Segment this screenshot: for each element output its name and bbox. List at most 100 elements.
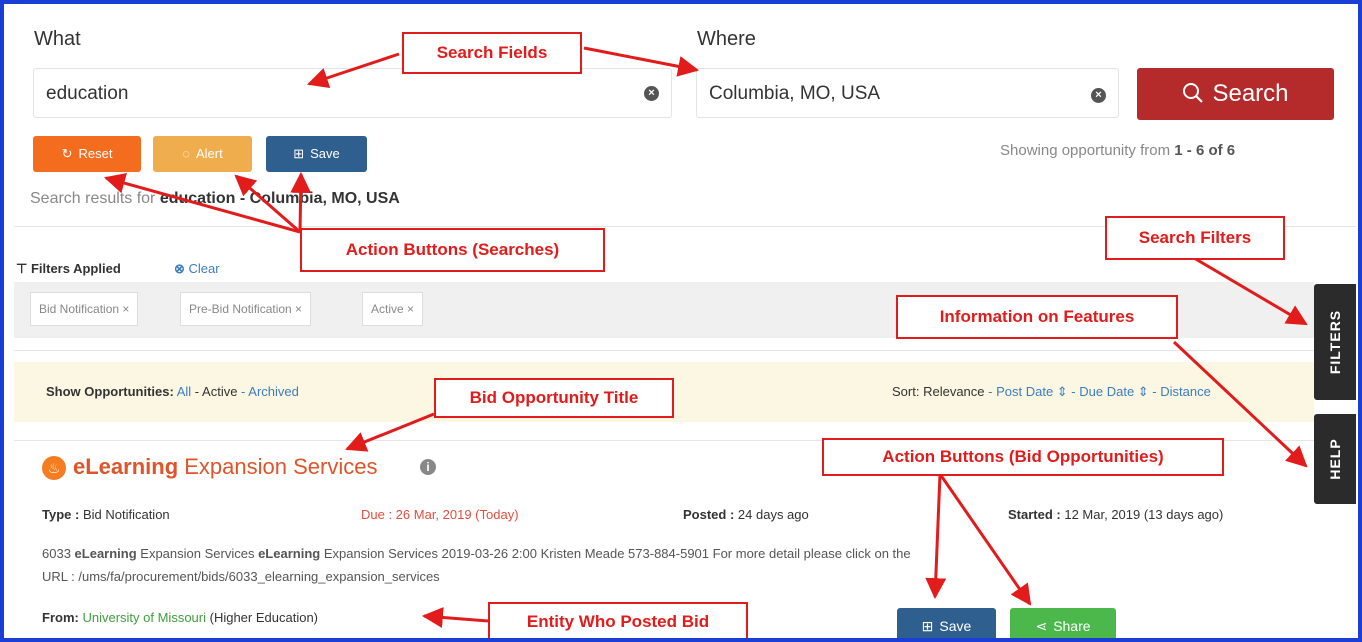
show-all-link[interactable]: All — [177, 384, 191, 399]
flame-icon: ♨ — [42, 456, 66, 480]
where-input[interactable]: Columbia, MO, USA × — [696, 68, 1119, 118]
clear-filters-link[interactable]: ⊗ Clear — [174, 261, 220, 277]
bid-started-label: Started : — [1008, 507, 1061, 522]
filters-side-tab-label: FILTERS — [1327, 309, 1343, 375]
bell-icon: ◌ — [182, 146, 190, 161]
bid-from: From: University of Missouri (Higher Edu… — [42, 610, 318, 625]
screenshot-frame: What Where education × Columbia, MO, USA… — [0, 0, 1362, 642]
annotation-arrow — [583, 46, 700, 77]
desc-part: 6033 — [42, 546, 75, 561]
section-divider — [14, 350, 1356, 351]
annotation-arrow — [938, 473, 1032, 606]
separator: - — [1067, 384, 1080, 399]
where-input-value: Columbia, MO, USA — [709, 83, 881, 104]
results-term: education — [159, 190, 236, 207]
clear-filters-label: Clear — [188, 261, 220, 276]
clear-where-icon[interactable]: × — [1091, 88, 1106, 103]
separator: - — [984, 384, 997, 399]
clear-circle-icon: ⊗ — [174, 261, 185, 276]
desc-part: Expansion Services 2019-03-26 2:00 Krist… — [320, 546, 911, 561]
filter-icon: ⊤ — [16, 261, 28, 276]
what-label: What — [34, 28, 81, 50]
search-button-label: Search — [1212, 80, 1289, 107]
save-bid-button[interactable]: ⊞ Save — [897, 608, 996, 638]
bid-url: URL : /ums/fa/procurement/bids/6033_elea… — [42, 569, 440, 584]
alert-button-label: Alert — [196, 146, 223, 161]
reset-button-label: Reset — [78, 146, 113, 161]
bid-due-date: Due : 26 Mar, 2019 (Today) — [361, 507, 519, 522]
bid-from-label: From: — [42, 610, 79, 625]
bid-entity-type: (Higher Education) — [206, 610, 318, 625]
bid-title-link[interactable]: eLearning Expansion Services — [73, 454, 377, 480]
share-bid-button-label: Share — [1053, 618, 1091, 634]
filter-chip-bid-notification[interactable]: Bid Notification × — [30, 292, 139, 326]
results-location: - Columbia, MO, USA — [235, 190, 400, 207]
bid-posted-label: Posted : — [683, 507, 735, 522]
show-opportunities-label: Show Opportunities: — [46, 384, 174, 399]
sort-post-date[interactable]: Post Date ⇕ — [996, 384, 1068, 399]
what-input[interactable]: education × — [33, 68, 672, 118]
bid-title-rest: Expansion Services — [178, 454, 378, 479]
bid-started: Started : 12 Mar, 2019 (13 days ago) — [1008, 507, 1223, 522]
filters-side-tab[interactable]: FILTERS — [1314, 284, 1356, 400]
what-input-value: education — [46, 83, 129, 104]
sort-relevance[interactable]: Relevance — [923, 384, 984, 399]
sort-distance[interactable]: Distance — [1160, 384, 1211, 399]
annotation-arrow — [925, 473, 947, 600]
result-count-prefix: Showing opportunity from — [1000, 142, 1175, 159]
refresh-icon: ↻ — [61, 146, 73, 161]
where-label: Where — [697, 28, 756, 50]
search-button[interactable]: Search — [1137, 68, 1334, 120]
reset-button[interactable]: ↻ Reset — [33, 136, 141, 172]
sort-options: Sort: Relevance - Post Date ⇕ - Due Date… — [892, 384, 1211, 400]
filters-applied-label: Filters Applied — [30, 261, 121, 276]
callout-info-features: Information on Features — [896, 295, 1178, 339]
bid-posted-value: 24 days ago — [734, 507, 809, 522]
bid-description: 6033 eLearning Expansion Services eLearn… — [42, 546, 911, 561]
show-archived-link[interactable]: Archived — [248, 384, 299, 399]
desc-part: eLearning — [258, 546, 321, 561]
result-count: Showing opportunity from 1 - 6 of 6 — [1000, 142, 1235, 159]
callout-search-filters: Search Filters — [1105, 216, 1285, 260]
desc-part: Expansion Services — [136, 546, 259, 561]
clear-what-icon[interactable]: × — [644, 86, 659, 101]
filter-chip-pre-bid-notification[interactable]: Pre-Bid Notification × — [180, 292, 312, 326]
callout-action-bids: Action Buttons (Bid Opportunities) — [822, 438, 1224, 476]
plus-square-icon: ⊞ — [921, 618, 934, 634]
result-count-range: 1 - 6 of 6 — [1174, 142, 1236, 159]
alert-button[interactable]: ◌ Alert — [153, 136, 252, 172]
separator: - — [191, 384, 203, 399]
filters-applied: ⊤ Filters Applied — [16, 261, 121, 277]
show-opportunities: Show Opportunities: All - Active - Archi… — [46, 384, 299, 399]
desc-part: eLearning — [74, 546, 137, 561]
save-search-button[interactable]: ⊞ Save — [266, 136, 367, 172]
bid-posted: Posted : 24 days ago — [683, 507, 809, 522]
bid-type-value: Bid Notification — [79, 507, 170, 522]
callout-action-searches: Action Buttons (Searches) — [300, 228, 605, 272]
sort-label: Sort: — [892, 384, 920, 399]
help-side-tab[interactable]: HELP — [1314, 414, 1356, 504]
bid-entity-link[interactable]: University of Missouri — [82, 610, 206, 625]
info-icon[interactable]: i — [420, 459, 436, 475]
plus-square-icon: ⊞ — [293, 146, 305, 161]
filter-chip-active[interactable]: Active × — [362, 292, 424, 326]
results-prefix: Search results for — [30, 190, 160, 207]
bid-type-label: Type : — [42, 507, 80, 522]
share-bid-button[interactable]: ⋖ Share — [1010, 608, 1116, 638]
bid-type: Type : Bid Notification — [42, 507, 170, 522]
help-side-tab-label: HELP — [1327, 438, 1343, 480]
bid-started-value: 12 Mar, 2019 (13 days ago) — [1060, 507, 1224, 522]
bid-title-bold: eLearning — [73, 454, 179, 479]
save-search-button-label: Save — [310, 146, 340, 161]
annotation-arrow — [421, 607, 489, 628]
sort-due-date[interactable]: Due Date ⇕ — [1079, 384, 1148, 399]
separator: - — [1148, 384, 1161, 399]
search-icon — [1183, 83, 1204, 103]
callout-entity: Entity Who Posted Bid — [488, 602, 748, 638]
share-icon: ⋖ — [1035, 618, 1048, 634]
separator: - — [237, 384, 249, 399]
show-active-link[interactable]: Active — [202, 384, 237, 399]
search-results-summary: Search results for education - Columbia,… — [30, 190, 400, 208]
callout-bid-title: Bid Opportunity Title — [434, 378, 674, 418]
save-bid-button-label: Save — [939, 618, 972, 634]
